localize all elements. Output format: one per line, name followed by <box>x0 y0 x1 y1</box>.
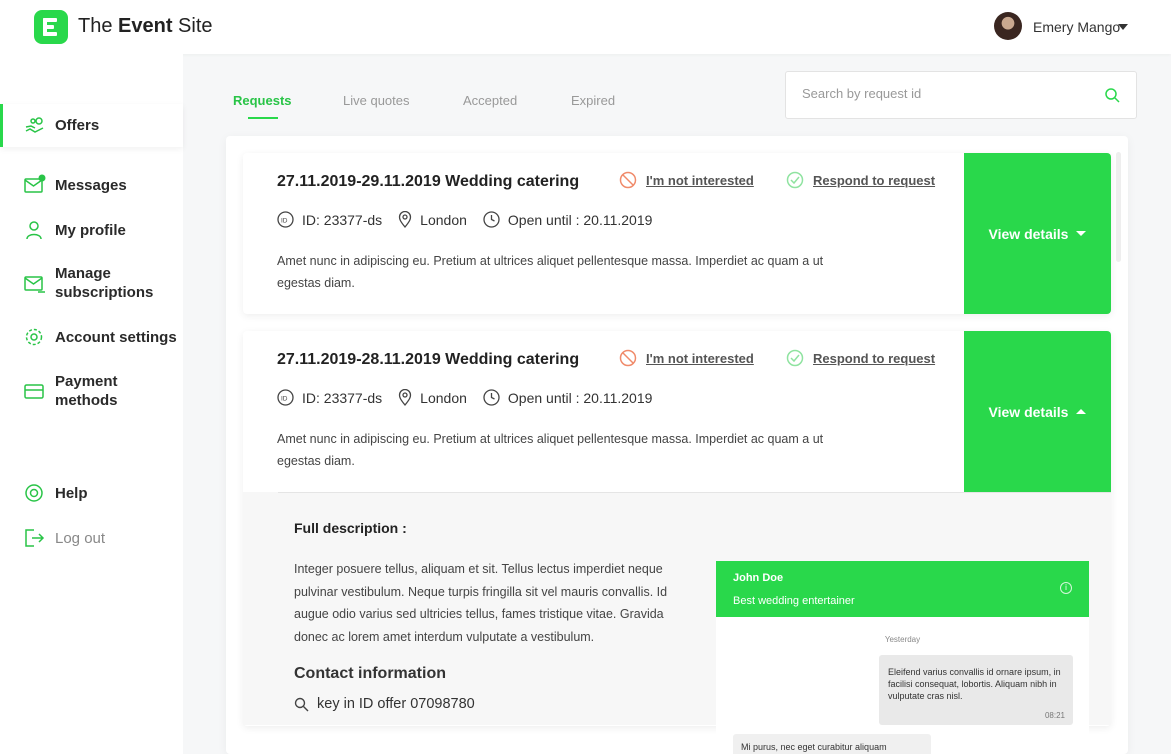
chat-contact-name: John Doe <box>733 572 784 584</box>
request-card: 27.11.2019-29.11.2019 Wedding catering I… <box>243 153 1111 314</box>
scrollbar[interactable] <box>1116 152 1121 262</box>
not-interested-link[interactable]: I'm not interested <box>619 349 754 367</box>
contact-information-line: key in ID offer 07098780 <box>294 696 475 712</box>
view-details-button[interactable]: View details <box>964 153 1111 314</box>
not-interested-link[interactable]: I'm not interested <box>619 171 754 189</box>
id-icon: ID <box>277 211 294 228</box>
svg-text:ID: ID <box>281 396 288 403</box>
active-tab-indicator <box>248 117 278 119</box>
chat-header: John Doe Best wedding entertainer i <box>716 561 1089 617</box>
sidebar-item-label: Offers <box>55 117 100 134</box>
request-location: London <box>398 211 467 228</box>
offers-hand-icon <box>24 115 46 137</box>
sidebar-item-account-settings[interactable]: Account settings <box>0 326 183 348</box>
user-name[interactable]: Emery Mango <box>1033 19 1120 35</box>
contact-information-title: Contact information <box>294 665 446 682</box>
gear-icon <box>24 326 46 348</box>
view-details-button[interactable]: View details <box>964 331 1111 492</box>
chat-message-incoming: Mi purus, nec eget curabitur aliquam <box>733 734 931 754</box>
mail-subscription-icon <box>24 273 46 295</box>
sidebar-item-messages[interactable]: Messages <box>0 174 183 196</box>
tab-live-quotes[interactable]: Live quotes <box>343 93 410 108</box>
request-meta: ID ID: 23377-ds London Open until : 20.1… <box>277 211 668 228</box>
respond-to-request-link[interactable]: Respond to request <box>786 171 935 189</box>
tab-expired[interactable]: Expired <box>571 93 615 108</box>
sidebar-item-label: Messages <box>55 176 127 194</box>
svg-text:ID: ID <box>281 218 288 225</box>
sidebar-item-label: My profile <box>55 221 126 239</box>
sidebar-item-label: Help <box>55 484 88 502</box>
full-description-title: Full description : <box>294 520 407 536</box>
chat-day-separator: Yesterday <box>884 635 921 644</box>
chat-widget: John Doe Best wedding entertainer i Yest… <box>716 561 1089 754</box>
divider <box>278 492 1111 493</box>
info-icon[interactable]: i <box>1060 582 1072 594</box>
request-title: 27.11.2019-29.11.2019 Wedding catering <box>277 173 580 190</box>
lifebuoy-icon <box>24 482 46 504</box>
sidebar-item-label: Manage subscriptions <box>55 265 154 301</box>
chat-message-outgoing: Eleifend varius convallis id ornare ipsu… <box>879 655 1073 725</box>
avatar[interactable] <box>994 12 1022 40</box>
clock-icon <box>483 211 500 228</box>
chevron-up-icon <box>1076 409 1087 414</box>
sidebar-item-label: Log out <box>55 529 106 547</box>
search-icon[interactable] <box>1104 87 1120 108</box>
request-description: Amet nunc in adipiscing eu. Pretium at u… <box>277 432 824 468</box>
sidebar-item-my-profile[interactable]: My profile <box>0 219 183 241</box>
key-search-icon <box>294 697 309 711</box>
request-meta: ID ID: 23377-ds London Open until : 20.1… <box>277 389 668 406</box>
sidebar-item-label: Payment methods <box>55 373 118 409</box>
tab-accepted[interactable]: Accepted <box>463 93 517 108</box>
search-box <box>785 71 1137 119</box>
chevron-down-icon <box>1076 231 1087 236</box>
request-description: Amet nunc in adipiscing eu. Pretium at u… <box>277 254 824 290</box>
request-id: ID ID: 23377-ds <box>277 389 382 406</box>
request-title: 27.11.2019-28.11.2019 Wedding catering <box>277 351 580 368</box>
logout-icon <box>24 527 46 549</box>
respond-to-request-link[interactable]: Respond to request <box>786 349 935 367</box>
clock-icon <box>483 389 500 406</box>
id-icon: ID <box>277 389 294 406</box>
sidebar-item-payment-methods[interactable]: Payment methods <box>0 372 183 412</box>
location-pin-icon <box>399 211 412 228</box>
chevron-down-icon[interactable] <box>1118 24 1128 30</box>
top-header: The Event Site Emery Mango <box>0 0 1171 54</box>
request-id: ID ID: 23377-ds <box>277 211 382 228</box>
full-description-text: Integer posuere tellus, aliquam et sit. … <box>294 562 668 644</box>
sidebar-item-log-out[interactable]: Log out <box>0 527 183 549</box>
logo-icon[interactable] <box>34 10 68 44</box>
search-input[interactable] <box>802 86 1092 101</box>
request-open-until: Open until : 20.11.2019 <box>483 211 652 228</box>
sidebar-item-help[interactable]: Help <box>0 482 183 504</box>
request-open-until: Open until : 20.11.2019 <box>483 389 652 406</box>
sidebar-item-offers[interactable]: Offers <box>0 104 183 147</box>
credit-card-icon <box>24 381 46 403</box>
chat-contact-subtitle: Best wedding entertainer <box>733 595 855 607</box>
request-location: London <box>398 389 467 406</box>
sidebar: Offers Messages My profile Manage subscr… <box>0 54 183 754</box>
location-pin-icon <box>399 389 412 406</box>
sidebar-item-manage-subscriptions[interactable]: Manage subscriptions <box>0 264 183 304</box>
tab-requests[interactable]: Requests <box>233 93 292 108</box>
message-time: 08:21 <box>1044 711 1065 720</box>
sidebar-item-label: Account settings <box>55 328 177 346</box>
envelope-icon <box>24 174 46 196</box>
brand-name[interactable]: The Event Site <box>78 15 213 38</box>
user-icon <box>24 219 46 241</box>
